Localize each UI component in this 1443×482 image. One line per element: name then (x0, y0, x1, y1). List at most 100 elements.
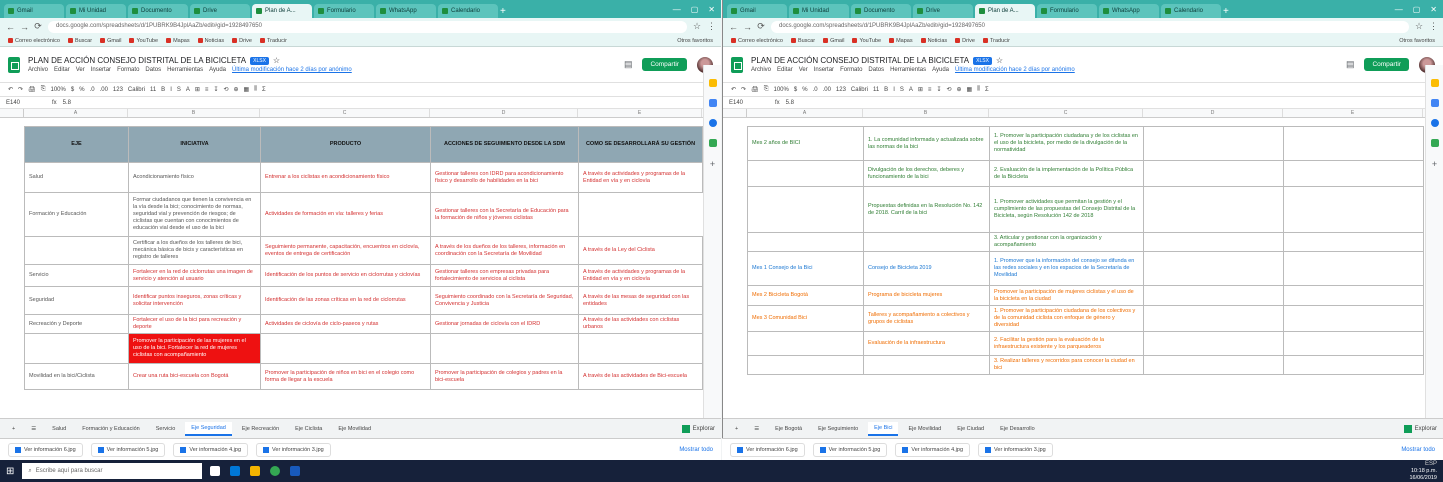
table-cell[interactable]: A través de los dueños de los talleres, … (430, 236, 579, 265)
table-cell[interactable] (863, 232, 990, 252)
header-cell[interactable]: EJE (24, 126, 129, 163)
bookmark-item[interactable]: Mapas (166, 38, 190, 44)
toolbar-button[interactable]: S (177, 87, 181, 93)
table-cell[interactable] (1143, 355, 1284, 375)
table-cell[interactable]: Evaluación de la infraestructura (863, 331, 990, 356)
sheets-logo-icon[interactable] (8, 56, 20, 73)
bookmark-item[interactable]: Traducir (259, 38, 287, 44)
toolbar-button[interactable]: ≡ (928, 87, 932, 93)
toolbar-button[interactable]: 🖨 (28, 86, 36, 93)
bookmark-item[interactable]: Drive (232, 38, 252, 44)
toolbar-button[interactable]: ↧ (213, 86, 218, 93)
table-cell[interactable] (1143, 331, 1284, 356)
toolbar-button[interactable]: % (79, 87, 84, 93)
reload-icon[interactable]: ⟳ (757, 21, 765, 32)
menu-item[interactable]: Herramientas (890, 67, 926, 73)
toolbar-button[interactable]: % (802, 87, 807, 93)
contacts-icon[interactable] (1430, 119, 1439, 127)
sheet-tab[interactable]: Eje Seguridad (185, 421, 232, 436)
table-cell[interactable] (1283, 160, 1424, 187)
menu-item[interactable]: Insertar (91, 67, 111, 73)
browser-tab[interactable]: Mi Unidad (789, 4, 849, 18)
last-edit-link[interactable]: Última modificación hace 2 días por anón… (232, 67, 352, 73)
bookmark-item[interactable]: Gmail (823, 38, 844, 44)
table-cell[interactable]: Crear una ruta bici-escuela con Bogotá (128, 363, 261, 390)
browser-tab[interactable]: Documento (851, 4, 911, 18)
formula-input[interactable]: 5.8 (786, 100, 794, 106)
browser-tab[interactable]: Formulario (1037, 4, 1097, 18)
sheet-tab[interactable]: ☰ (748, 423, 765, 435)
sheet-tab[interactable]: + (729, 423, 744, 435)
toolbar-button[interactable]: ↶ (8, 86, 13, 93)
table-cell[interactable] (747, 186, 864, 233)
bookmark-item[interactable]: YouTube (129, 38, 158, 44)
toolbar-button[interactable]: ⊞ (918, 86, 923, 93)
show-all-button[interactable]: Mostrar todo (1401, 447, 1435, 453)
table-cell[interactable]: Certificar a los dueños de los talleres … (128, 236, 261, 265)
toolbar-button[interactable]: ⟲ (223, 86, 228, 93)
forward-icon[interactable]: → (20, 22, 29, 32)
add-ons-icon[interactable]: + (1432, 159, 1437, 169)
toolbar-button[interactable]: ⫼ (977, 86, 980, 93)
toolbar-button[interactable]: .00 (823, 87, 831, 93)
sheet-tab[interactable]: Eje Bici (868, 421, 899, 436)
sheet-tab[interactable]: Eje Movilidad (332, 423, 377, 435)
back-icon[interactable]: ← (6, 22, 15, 32)
forward-icon[interactable]: → (743, 22, 752, 32)
table-cell[interactable]: Salud (24, 162, 129, 193)
table-cell[interactable] (1283, 285, 1424, 306)
toolbar-button[interactable]: 🖨 (751, 86, 759, 93)
toolbar-button[interactable]: ⎘ (764, 86, 769, 93)
toolbar-button[interactable]: .0 (813, 87, 818, 93)
table-cell[interactable]: Gestionar jornadas de ciclovía con el ID… (430, 314, 579, 334)
table-cell[interactable]: A través de las mesas de seguridad con l… (578, 286, 703, 315)
menu-item[interactable]: Editar (777, 67, 793, 73)
toolbar-button[interactable]: 100% (774, 87, 789, 93)
browser-tab[interactable]: Documento (128, 4, 188, 18)
toolbar-button[interactable]: 11 (873, 87, 879, 93)
download-item[interactable]: Ver información 5.jpg (812, 442, 888, 457)
doc-title[interactable]: PLAN DE ACCIÓN CONSEJO DISTRITAL DE LA B… (751, 56, 969, 65)
tasks-icon[interactable] (1430, 99, 1439, 107)
toolbar-button[interactable]: .0 (90, 87, 95, 93)
table-cell[interactable]: 3. Articular y gestionar con la organiza… (989, 232, 1144, 252)
system-clock[interactable]: ESP 10:18 p.m. 16/06/2019 (1409, 461, 1437, 482)
table-cell[interactable] (1143, 186, 1284, 233)
table-cell[interactable]: Servicio (24, 264, 129, 287)
table-cell[interactable] (24, 333, 129, 364)
table-cell[interactable]: A través de actividades y programas de l… (578, 264, 703, 287)
menu-item[interactable]: Editar (54, 67, 70, 73)
download-item[interactable]: Ver información 6.jpg (730, 442, 805, 457)
menu-item[interactable]: Formato (117, 67, 139, 73)
keep-icon[interactable] (1430, 79, 1439, 87)
sheet-tab[interactable]: Formación y Educación (76, 423, 145, 435)
table-cell[interactable]: Programa de bicicleta mujeres (863, 285, 990, 306)
table-cell[interactable]: Actividades de formación en vía: tallere… (260, 192, 431, 237)
toolbar-button[interactable]: $ (794, 87, 797, 93)
table-cell[interactable] (430, 333, 579, 364)
explore-button[interactable]: Explorar (681, 424, 715, 433)
table-cell[interactable]: Identificar puntos inseguros, zonas crít… (128, 286, 261, 315)
bookmark-item[interactable]: Noticias (197, 38, 224, 44)
toolbar-button[interactable]: ≡ (205, 87, 209, 93)
bookmark-item[interactable]: Mapas (889, 38, 913, 44)
table-cell[interactable] (1143, 285, 1284, 306)
new-tab-icon[interactable]: + (500, 6, 512, 18)
table-cell[interactable]: Gestionar talleres con la Secretaría de … (430, 192, 579, 237)
table-cell[interactable] (1283, 305, 1424, 332)
table-cell[interactable]: Formar ciudadanos que tienen la conviven… (128, 192, 261, 237)
sheet-tab[interactable]: Eje Desarrollo (994, 423, 1041, 435)
toolbar-button[interactable]: ⊞ (195, 86, 200, 93)
browser-tab[interactable]: Calendario (1161, 4, 1221, 18)
edge-icon[interactable] (230, 466, 241, 476)
table-cell[interactable]: Promover la participación de niños en bi… (260, 363, 431, 390)
table-cell[interactable]: Gestionar talleres con IDRD para acondic… (430, 162, 579, 193)
name-box[interactable]: E140 (6, 100, 46, 106)
toolbar-button[interactable]: ⎘ (41, 86, 46, 93)
table-cell[interactable]: 1. Promover la participación ciudadana y… (989, 126, 1144, 161)
extensions-icon[interactable]: ⋮ (1429, 21, 1438, 32)
star-doc-icon[interactable]: ☆ (273, 56, 280, 65)
header-cell[interactable]: COMO SE DESARROLLARÁ SU GESTIÓN (578, 126, 703, 163)
column-header[interactable]: E (578, 109, 702, 117)
table-cell[interactable] (1283, 251, 1424, 286)
